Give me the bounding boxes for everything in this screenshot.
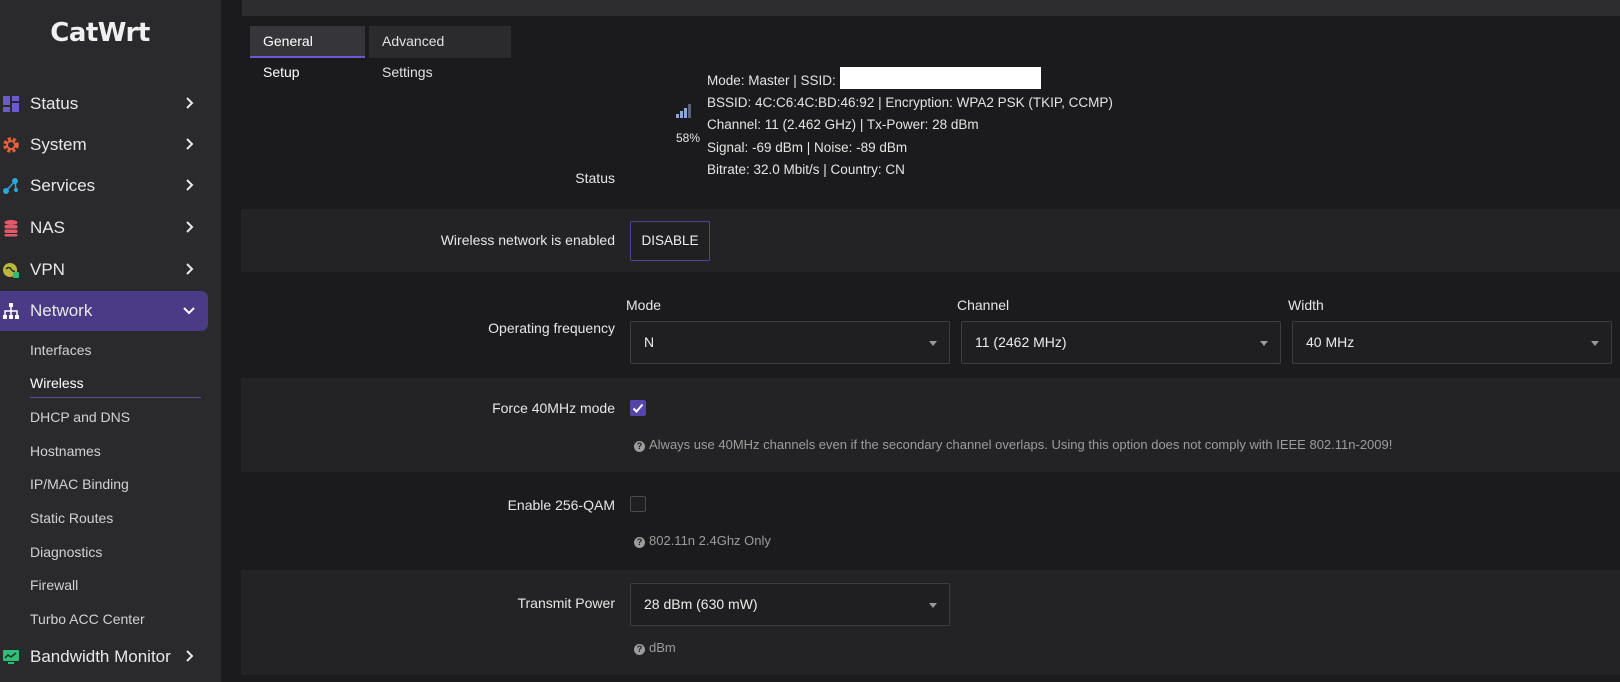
status-bitrate-country: Bitrate: 32.0 Mbit/s | Country: CN (707, 162, 905, 177)
sidebar-sub-interfaces[interactable]: Interfaces (30, 342, 91, 358)
force-40mhz-help-text: Always use 40MHz channels even if the se… (649, 437, 1393, 452)
force-40mhz-help: ? Always use 40MHz channels even if the s… (634, 437, 1392, 452)
sidebar-item-status[interactable]: Status (0, 84, 208, 124)
help-icon: ? (634, 537, 645, 548)
txpower-help-text: dBm (649, 640, 676, 655)
chevron-right-icon (186, 179, 194, 191)
sidebar-item-system[interactable]: System (0, 125, 208, 165)
sidebar-item-nas[interactable]: NAS (0, 208, 208, 248)
status-label: Status (575, 170, 615, 186)
sidebar-sub-diagnostics[interactable]: Diagnostics (30, 544, 102, 560)
tab-general-setup[interactable]: General Setup (250, 26, 365, 80)
mode-value: N (644, 334, 655, 350)
sidebar-item-network[interactable]: Network (0, 291, 208, 331)
sidebar-sub-dhcp-dns[interactable]: DHCP and DNS (30, 409, 130, 425)
channel-select[interactable]: 11 (2462 MHz) (961, 321, 1281, 364)
caret-down-icon (929, 603, 937, 608)
width-value: 40 MHz (1306, 334, 1355, 350)
sidebar-sub-ip-mac-binding[interactable]: IP/MAC Binding (30, 476, 129, 492)
help-icon: ? (634, 644, 645, 655)
channel-value: 11 (2462 MHz) (975, 334, 1067, 350)
sidebar-item-label: NAS (30, 218, 65, 237)
sidebar-item-bandwidth-monitor[interactable]: Bandwidth Monitor (0, 637, 208, 677)
sidebar-item-services[interactable]: Services (0, 166, 208, 206)
sidebar-sub-firewall[interactable]: Firewall (30, 577, 78, 593)
row-force-40mhz (241, 378, 1620, 472)
sidebar: CatWrt Status System Services NAS VPN Ne… (0, 0, 221, 682)
vpn-icon (3, 263, 19, 278)
chevron-down-icon (183, 307, 195, 315)
mode-select[interactable]: N (630, 321, 950, 364)
width-header: Width (1288, 297, 1324, 313)
app-logo: CatWrt (50, 18, 150, 48)
chevron-right-icon (186, 263, 194, 275)
status-signal-noise: Signal: -69 dBm | Noise: -89 dBm (707, 140, 908, 155)
channel-header: Channel (957, 297, 1010, 313)
chevron-right-icon (186, 650, 194, 662)
status-channel-txpower: Channel: 11 (2.462 GHz) | Tx-Power: 28 d… (707, 117, 979, 132)
enable-256qam-label: Enable 256-QAM (507, 497, 615, 513)
sidebar-item-vpn[interactable]: VPN (0, 250, 208, 290)
monitor-icon (3, 650, 19, 664)
sidebar-item-label: Bandwidth Monitor (30, 647, 171, 666)
sidebar-item-label: System (30, 135, 87, 154)
tab-advanced-settings[interactable]: Advanced Settings (369, 26, 511, 80)
sidebar-sub-wireless[interactable]: Wireless (30, 375, 84, 391)
wireless-enabled-label: Wireless network is enabled (440, 232, 615, 248)
transmit-power-label: Transmit Power (517, 595, 615, 611)
checkmark-icon (632, 403, 644, 413)
sidebar-item-label: Status (30, 94, 79, 113)
sidebar-sub-turbo-acc[interactable]: Turbo ACC Center (30, 611, 145, 627)
qam-help-text: 802.11n 2.4Ghz Only (649, 533, 771, 548)
disable-button[interactable]: DISABLE (630, 221, 710, 261)
gear-icon (3, 137, 19, 153)
section-header-bar (242, 0, 1620, 16)
sidebar-item-label: VPN (30, 260, 65, 279)
sidebar-sub-static-routes[interactable]: Static Routes (30, 510, 113, 526)
width-select[interactable]: 40 MHz (1292, 321, 1612, 364)
status-mode-ssid: Mode: Master | SSID: (707, 73, 836, 88)
caret-down-icon (1591, 341, 1599, 346)
sidebar-item-label: Network (30, 301, 93, 320)
chevron-right-icon (186, 138, 194, 150)
txpower-help: ? dBm (634, 640, 676, 655)
dashboard-icon (3, 96, 19, 112)
chevron-right-icon (186, 221, 194, 233)
active-sub-underline (30, 397, 201, 398)
services-icon (3, 178, 18, 194)
network-icon (3, 303, 19, 319)
ssid-redacted-box (840, 67, 1041, 89)
force-40mhz-label: Force 40MHz mode (492, 400, 615, 416)
caret-down-icon (1260, 341, 1268, 346)
transmit-power-value: 28 dBm (630 mW) (644, 596, 758, 612)
signal-percent: 58% (676, 131, 701, 145)
mode-header: Mode (626, 297, 662, 313)
chevron-right-icon (186, 97, 194, 109)
sidebar-sub-hostnames[interactable]: Hostnames (30, 443, 101, 459)
force-40mhz-checkbox[interactable] (630, 400, 646, 416)
transmit-power-select[interactable]: 28 dBm (630 mW) (630, 583, 950, 626)
signal-strength-icon (676, 104, 691, 118)
operating-frequency-label: Operating frequency (488, 320, 615, 336)
caret-down-icon (929, 341, 937, 346)
help-icon: ? (634, 441, 645, 452)
status-bssid-encryption: BSSID: 4C:C6:4C:BD:46:92 | Encryption: W… (707, 95, 1113, 110)
enable-256qam-checkbox[interactable] (630, 496, 646, 512)
qam-help: ? 802.11n 2.4Ghz Only (634, 533, 771, 548)
sidebar-item-label: Services (30, 176, 96, 195)
database-icon (4, 220, 18, 237)
